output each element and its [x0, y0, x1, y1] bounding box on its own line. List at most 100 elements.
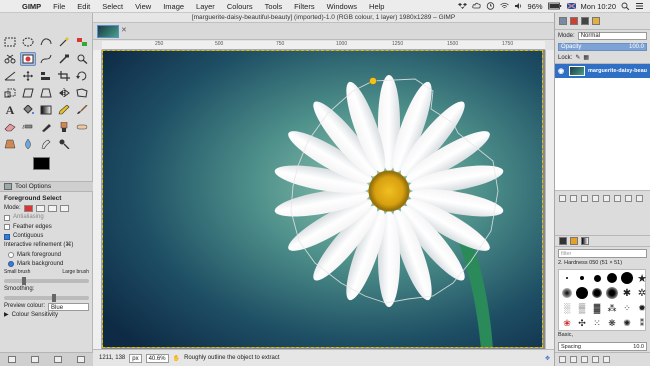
colour-picker-tool-icon[interactable] — [56, 52, 72, 66]
brush-item[interactable]: ✣ — [575, 316, 589, 330]
menu-colours[interactable]: Colours — [221, 2, 259, 11]
cloud-icon[interactable] — [471, 2, 481, 10]
wifi-icon[interactable] — [499, 2, 509, 10]
brush-item[interactable] — [590, 271, 604, 285]
brush-size-slider-knob[interactable] — [22, 276, 26, 285]
cage-transform-tool-icon[interactable] — [74, 86, 90, 100]
save-tool-preset-button[interactable] — [7, 356, 16, 363]
duplicate-layer-button[interactable] — [603, 194, 610, 202]
menu-windows[interactable]: Windows — [321, 2, 363, 11]
mode-replace-button[interactable] — [23, 205, 33, 213]
preview-colour-select[interactable]: Blue — [48, 302, 89, 311]
daisy-image[interactable] — [102, 50, 543, 348]
unit-select[interactable]: px — [129, 353, 142, 363]
menu-filters[interactable]: Filters — [288, 2, 320, 11]
mode-add-button[interactable] — [35, 205, 45, 213]
patterns-tab-icon[interactable] — [570, 237, 578, 245]
clone-tool-icon[interactable] — [56, 120, 72, 134]
canvas-area[interactable] — [102, 50, 545, 349]
mark-background-radio[interactable] — [8, 261, 14, 268]
eye-icon[interactable]: ◉ — [558, 67, 566, 75]
fuzzy-select-tool-icon[interactable] — [56, 35, 72, 49]
menu-view[interactable]: View — [129, 2, 157, 11]
tab-tool-options[interactable]: Tool Options — [0, 181, 93, 192]
vertical-scrollbar[interactable] — [545, 50, 554, 349]
ellipse-select-tool-icon[interactable] — [20, 35, 36, 49]
lock-pixels-icon[interactable]: ✎ — [575, 54, 580, 61]
move-tool-icon[interactable] — [20, 69, 36, 83]
notification-center-icon[interactable] — [635, 2, 644, 10]
reset-tool-options-button[interactable] — [77, 356, 86, 363]
navigate-icon[interactable]: ✥ — [545, 355, 550, 362]
brush-item[interactable]: ░ — [560, 301, 574, 315]
gradients-tab-icon[interactable] — [581, 237, 589, 245]
brush-item[interactable] — [620, 271, 634, 285]
paintbrush-tool-icon[interactable] — [74, 103, 90, 117]
rect-select-tool-icon[interactable] — [2, 35, 18, 49]
mask-layer-button[interactable] — [625, 194, 632, 202]
brush-item[interactable]: ✱ — [620, 286, 634, 300]
crop-tool-icon[interactable] — [56, 69, 72, 83]
layer-name[interactable]: marguerite-daisy-beau — [588, 68, 647, 74]
scale-tool-icon[interactable] — [2, 86, 18, 100]
foreground-colour-swatch[interactable] — [33, 157, 50, 170]
clock-icon[interactable] — [486, 2, 495, 10]
brush-item[interactable]: ▒ — [575, 301, 589, 315]
antialiasing-checkbox[interactable] — [4, 215, 10, 221]
expander-arrow-icon[interactable]: ▶ — [4, 311, 9, 320]
flip-tool-icon[interactable] — [56, 86, 72, 100]
align-tool-icon[interactable] — [38, 69, 54, 83]
brush-item[interactable]: ⁂ — [605, 301, 619, 315]
delete-layer-button[interactable] — [636, 194, 643, 202]
menu-select[interactable]: Select — [96, 2, 129, 11]
brush-item[interactable]: ⁑ — [635, 316, 649, 330]
dodge-burn-tool-icon[interactable] — [56, 137, 72, 151]
image-tab-thumbnail[interactable] — [97, 25, 119, 38]
perspective-clone-tool-icon[interactable] — [2, 137, 18, 151]
brush-item[interactable]: ❋ — [605, 316, 619, 330]
brush-item[interactable]: ❀ — [560, 316, 574, 330]
brushes-tab-icon[interactable] — [559, 237, 567, 245]
contiguous-checkbox[interactable] — [4, 233, 10, 240]
volume-icon[interactable] — [514, 2, 523, 10]
foreground-select-tool-icon[interactable] — [20, 52, 36, 66]
menu-file[interactable]: File — [47, 2, 71, 11]
dropbox-icon[interactable] — [457, 2, 467, 10]
feather-edges-checkbox[interactable] — [4, 224, 10, 231]
blur-tool-icon[interactable] — [20, 137, 36, 151]
delete-brush-button[interactable] — [592, 356, 599, 363]
lock-alpha-icon[interactable]: ▦ — [583, 54, 589, 61]
mode-subtract-button[interactable] — [47, 205, 57, 213]
bucket-fill-tool-icon[interactable] — [20, 103, 36, 117]
brush-item[interactable] — [575, 271, 589, 285]
brush-item[interactable] — [605, 271, 619, 285]
perspective-tool-icon[interactable] — [38, 86, 54, 100]
select-by-colour-tool-icon[interactable] — [74, 35, 90, 49]
smoothing-slider-knob[interactable] — [52, 294, 56, 303]
paths-tool-icon[interactable] — [38, 52, 54, 66]
zoom-tool-icon[interactable] — [74, 52, 90, 66]
battery-icon[interactable] — [547, 2, 562, 10]
airbrush-tool-icon[interactable] — [20, 120, 36, 134]
smudge-tool-icon[interactable] — [38, 137, 54, 151]
refresh-brushes-button[interactable] — [603, 356, 610, 363]
pencil-tool-icon[interactable] — [56, 103, 72, 117]
edit-brush-button[interactable] — [559, 356, 566, 363]
channels-tab-icon[interactable] — [570, 17, 578, 25]
brush-item[interactable]: ⁙ — [590, 316, 604, 330]
brush-item[interactable]: ⁘ — [620, 301, 634, 315]
opacity-slider[interactable]: Opacity 100.0 — [558, 42, 647, 51]
brush-item[interactable]: ✹ — [635, 301, 649, 315]
layer-mode-select[interactable]: Normal — [577, 31, 647, 40]
brush-item[interactable]: ✲ — [635, 286, 649, 300]
mode-intersect-button[interactable] — [59, 205, 69, 213]
anchor-layer-button[interactable] — [614, 194, 621, 202]
new-brush-button[interactable] — [570, 356, 577, 363]
layer-row[interactable]: ◉ marguerite-daisy-beau — [555, 64, 650, 78]
brush-item[interactable]: ★ — [635, 271, 649, 285]
shear-tool-icon[interactable] — [20, 86, 36, 100]
brush-item[interactable] — [590, 286, 604, 300]
layers-tab-icon[interactable] — [559, 17, 567, 25]
brush-item[interactable]: ✺ — [620, 316, 634, 330]
keyboard-flag-icon[interactable] — [566, 2, 576, 10]
